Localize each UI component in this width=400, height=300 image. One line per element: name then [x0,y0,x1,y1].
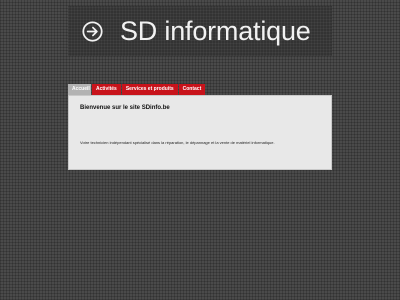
main-nav: Accueil Activités Services et produits C… [68,84,206,95]
arrow-right-circle-icon[interactable] [82,21,103,42]
site-title[interactable]: SD informatique [120,14,311,48]
intro-text: Votre technicien indépendant spécialisé … [80,140,275,145]
page-heading: Bienvenue sur le site SDinfo.be [80,105,170,111]
tab-contact[interactable]: Contact [178,84,206,95]
tab-activites[interactable]: Activités [92,84,121,95]
tab-services-et-produits[interactable]: Services et produits [121,84,178,95]
content-panel: Bienvenue sur le site SDinfo.be Votre te… [68,95,332,170]
tab-accueil[interactable]: Accueil [68,84,91,95]
